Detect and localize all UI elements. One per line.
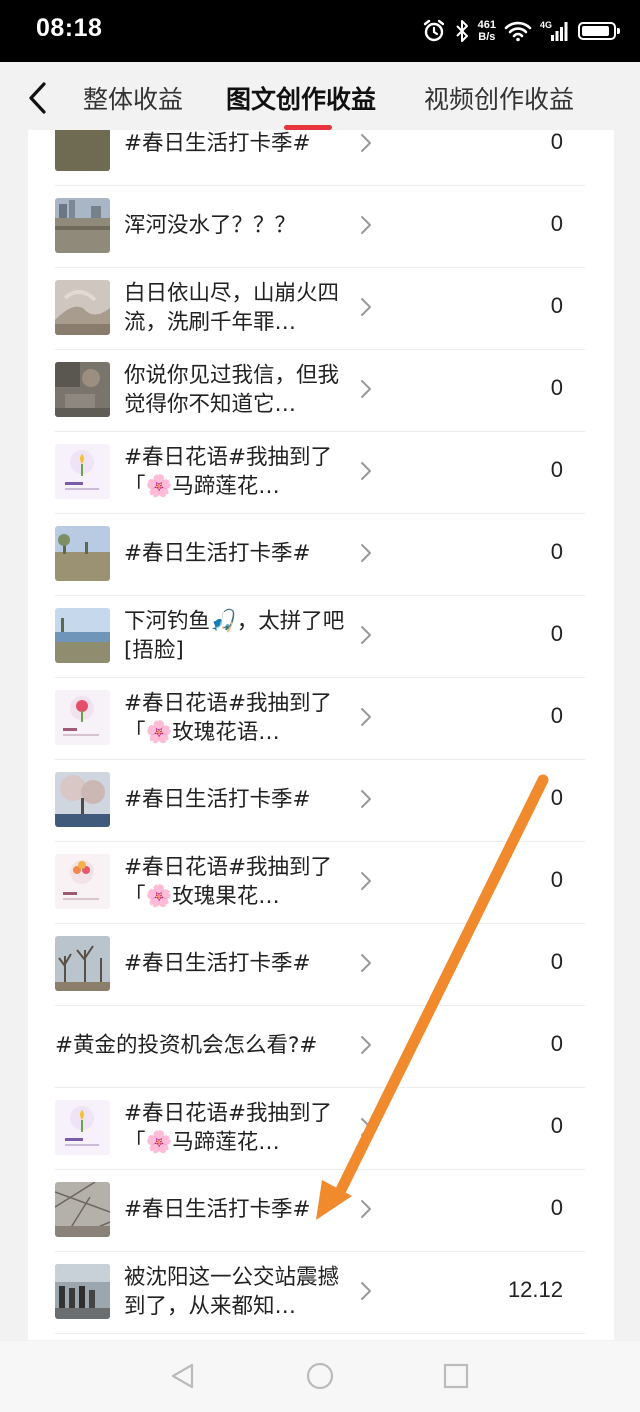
alarm-icon [423, 19, 444, 42]
chevron-right-icon[interactable] [358, 1280, 374, 1302]
list-item-title: #春日花语#我抽到了「🌸马蹄莲花… [124, 445, 333, 499]
list-item-title: 浑河没水了？？？ [124, 213, 297, 238]
chevron-right-icon[interactable] [358, 788, 374, 810]
list-item[interactable]: 浑河没水了？？？ 0 [55, 185, 585, 268]
list-item-earnings: 0 [550, 539, 563, 564]
list-item[interactable]: #春日花语#我抽到了「🌸马蹄莲花… 0 [55, 1087, 585, 1170]
list-item-title: #春日花语#我抽到了「🌸玫瑰果花… [124, 855, 333, 909]
chevron-right-icon[interactable] [358, 624, 374, 646]
chevron-right-icon[interactable] [358, 1198, 374, 1220]
chevron-right-icon[interactable] [358, 132, 374, 154]
list-item-earnings: 0 [550, 1113, 563, 1138]
list-item-title: #春日生活打卡季# [124, 1197, 311, 1222]
list-item[interactable]: #春日生活打卡季# 0 [55, 513, 585, 596]
list-item-thumbnail [55, 444, 110, 499]
chevron-right-icon[interactable] [358, 214, 374, 236]
list-item-title: 被沈阳这一公交站震撼到了，从来都知… [124, 1265, 340, 1319]
list-item-title: #春日花语#我抽到了「🌸马蹄莲花… [124, 1101, 333, 1155]
list-item[interactable]: #春日花语#我抽到了「🌸玫瑰花语… 0 [55, 677, 585, 760]
list-item-thumbnail [55, 1264, 110, 1319]
list-item-thumbnail [55, 772, 110, 827]
bluetooth-icon [455, 20, 468, 42]
back-arrow-icon[interactable] [20, 80, 56, 116]
chevron-right-icon[interactable] [358, 1034, 374, 1056]
list-item[interactable]: 白日依山尽，山崩火四流，洗刷千年罪… 0 [55, 267, 585, 350]
net-speed-unit: B/s [478, 31, 496, 43]
list-item[interactable]: 被沈阳这一公交站震撼到了，从来都知… 12.12 [55, 1251, 585, 1334]
system-nav-bar [0, 1341, 640, 1412]
tab-overall-income[interactable]: 整体收益 [83, 80, 183, 116]
list-item-title: 你说你见过我信，但我觉得你不知道它… [124, 363, 340, 417]
chevron-right-icon[interactable] [358, 296, 374, 318]
battery-icon [578, 22, 620, 40]
chevron-right-icon[interactable] [358, 460, 374, 482]
net-speed: 461 B/s [478, 19, 496, 43]
list-item-earnings: 0 [550, 211, 563, 236]
list-item-thumbnail [55, 936, 110, 991]
list-item[interactable]: #黄金的投资机会怎么看?# 0 [55, 1005, 585, 1088]
list-item[interactable]: #春日生活打卡季# 0 [55, 1169, 585, 1252]
list-item-title: #黄金的投资机会怎么看?# [55, 1033, 318, 1058]
list-item-earnings: 0 [550, 293, 563, 318]
earnings-list: #春日生活打卡季# 0 浑河没水了？？？ 0 白日依山尽，山崩火四流，洗刷千年罪… 0 你说… [28, 130, 614, 1340]
chevron-right-icon[interactable] [358, 542, 374, 564]
chevron-right-icon[interactable] [358, 378, 374, 400]
recents-square-icon[interactable] [441, 1361, 471, 1391]
list-item-thumbnail [55, 690, 110, 745]
list-item-thumbnail [55, 1100, 110, 1155]
home-circle-icon[interactable] [305, 1361, 335, 1391]
list-item-thumbnail [55, 130, 110, 171]
list-item-thumbnail [55, 280, 110, 335]
tab-video-income[interactable]: 视频创作收益 [424, 80, 574, 116]
list-item-earnings: 0 [550, 785, 563, 810]
svg-text:4G: 4G [540, 20, 552, 30]
status-icons: 461 B/s 4G [422, 14, 620, 48]
list-item-title: 白日依山尽，山崩火四流，洗刷千年罪… [124, 281, 340, 335]
header: 整体收益 图文创作收益 视频创作收益 [0, 62, 640, 130]
list-item[interactable]: #春日花语#我抽到了「🌸玫瑰果花… 0 [55, 841, 585, 924]
list-item[interactable]: #春日花语#我抽到了「🌸马蹄莲花… 0 [55, 431, 585, 514]
list-item-earnings: 0 [550, 130, 563, 154]
list-item-thumbnail [55, 608, 110, 663]
list-item-title: #春日生活打卡季# [124, 951, 311, 976]
chevron-right-icon[interactable] [358, 1116, 374, 1138]
list-item-thumbnail [55, 1182, 110, 1237]
chevron-right-icon[interactable] [358, 870, 374, 892]
signal-4g-icon: 4G [540, 20, 568, 41]
list-item-thumbnail [55, 198, 110, 253]
battery-fill [582, 26, 609, 36]
list-item-earnings: 0 [550, 457, 563, 482]
list-item[interactable]: #春日生活打卡季# 0 [55, 923, 585, 1006]
list-item-title: #春日花语#我抽到了「🌸玫瑰花语… [124, 691, 333, 745]
status-bar: 08:18 461 B/s 4G [0, 0, 640, 62]
list-item-earnings: 12.12 [507, 1277, 563, 1302]
tab-article-income[interactable]: 图文创作收益 [226, 80, 376, 116]
list-item-title: #春日生活打卡季# [124, 131, 311, 156]
list-item-title: #春日生活打卡季# [124, 787, 311, 812]
list-item[interactable]: #春日生活打卡季# 0 [55, 130, 585, 186]
list-item-earnings: 0 [550, 867, 563, 892]
list-item-earnings: 0 [550, 621, 563, 646]
list-item-thumbnail [55, 526, 110, 581]
list-item-earnings: 0 [550, 375, 563, 400]
net-speed-value: 461 [477, 19, 496, 31]
chevron-right-icon[interactable] [358, 706, 374, 728]
list-item-title: #春日生活打卡季# [124, 541, 311, 566]
list-item-earnings: 0 [550, 1031, 563, 1056]
list-item-earnings: 0 [550, 703, 563, 728]
list-item-earnings: 0 [550, 1195, 563, 1220]
chevron-right-icon[interactable] [358, 952, 374, 974]
list-item[interactable]: 你说你见过我信，但我觉得你不知道它… 0 [55, 349, 585, 432]
back-triangle-icon[interactable] [168, 1361, 198, 1391]
list-item[interactable]: #春日生活打卡季# 0 [55, 759, 585, 842]
list-item-title: 下河钓鱼🎣，太拼了吧[捂脸] [124, 609, 345, 663]
status-time: 08:18 [36, 14, 103, 42]
list-item-thumbnail [55, 362, 110, 417]
wifi-icon [504, 21, 532, 42]
list-item[interactable]: 下河钓鱼🎣，太拼了吧[捂脸] 0 [55, 595, 585, 678]
list-item-earnings: 0 [550, 949, 563, 974]
list-item-thumbnail [55, 854, 110, 909]
